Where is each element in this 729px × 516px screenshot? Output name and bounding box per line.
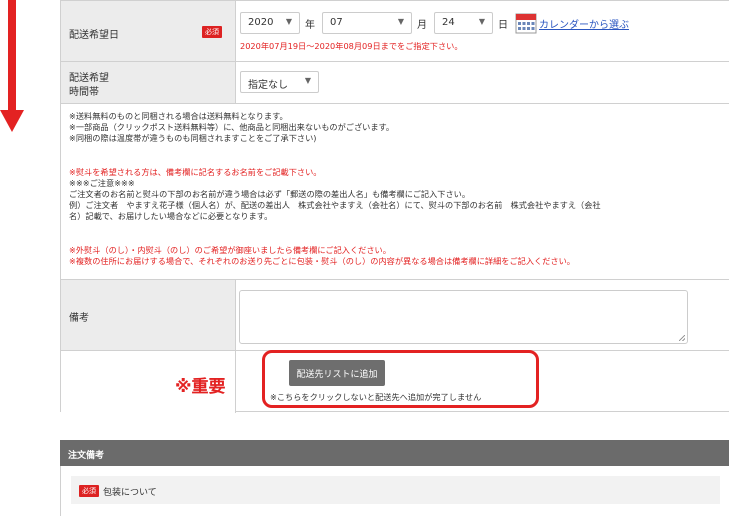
note-line-red: ※複数の住所にお届けする場合で、それぞれのお送り先ごとに包装・熨斗（のし）の内容…	[69, 256, 575, 266]
year-value: 2020	[248, 17, 274, 28]
notes-row: ※送料無料のものと同梱される場合は送料無料となります。 ※一部商品（クリックポス…	[61, 104, 729, 280]
chevron-down-icon: ▼	[478, 17, 485, 26]
add-to-delivery-list-button[interactable]: 配送先リストに追加	[289, 360, 385, 386]
required-badge: 必須	[202, 26, 222, 38]
remarks-label-cell: 備考	[61, 280, 236, 350]
calendar-link[interactable]: カレンダーから選ぶ	[539, 16, 629, 31]
delivery-date-row: 配送希望日 必須 2020 ▼ 年 07 ▼ 月 24 ▼ 日 カレンダーから選…	[61, 1, 729, 62]
chevron-down-icon: ▼	[285, 17, 292, 26]
delivery-date-label-cell: 配送希望日 必須	[61, 1, 236, 61]
remarks-row: 備考	[61, 280, 729, 351]
note-line-red: ※外熨斗（のし）・内熨斗（のし）のご希望が御座いましたら備考欄にご記入ください。	[69, 245, 391, 255]
day-value: 24	[442, 17, 455, 28]
note-line: ※※※ご注意※※※	[69, 178, 135, 188]
note-line: 例）ご注文者 やますえ花子様（個人名）が、配送の差出人 株式会社やますえ（会社名…	[69, 200, 601, 210]
note-line: 名）記載で、お届けしたい場合などに必要となります。	[69, 211, 273, 221]
down-arrow-icon-head	[0, 110, 24, 132]
month-value: 07	[330, 17, 343, 28]
time-value: 指定なし	[248, 80, 288, 91]
add-button-note: ※こちらをクリックしないと配送先へ追加が完了しません	[270, 392, 482, 402]
required-badge: 必須	[79, 485, 99, 497]
day-select[interactable]: 24 ▼	[434, 12, 493, 34]
delivery-date-label: 配送希望日	[69, 30, 119, 41]
note-line: ご注文者のお名前と熨斗の下部のお名前が違う場合は必ず「郵送の際の差出人名」も備考…	[69, 189, 471, 199]
year-unit: 年	[305, 20, 315, 31]
delivery-time-label-cell: 配送希望 時間帯	[61, 62, 236, 103]
month-unit: 月	[417, 20, 427, 31]
delivery-time-row: 配送希望 時間帯 指定なし ▼	[61, 62, 729, 104]
delivery-time-label-line2: 時間帯	[69, 87, 99, 98]
chevron-down-icon: ▼	[397, 17, 404, 26]
note-line: ※一部商品（クリックポスト送料無料等）に、他商品と同梱出来ないものがございます。	[69, 122, 395, 132]
day-unit: 日	[498, 20, 508, 31]
date-range-note: 2020年07月19日～2020年08月09日までをご指定下さい。	[240, 41, 463, 51]
order-remarks-body: 必須 包装について	[60, 466, 729, 516]
order-remarks-title: 注文備考	[68, 451, 105, 461]
down-arrow-icon	[8, 0, 16, 112]
note-line: ※同梱の際は温度帯が違うものも同梱されますことをご了承下さい)	[69, 133, 317, 143]
important-label: ※重要	[175, 377, 226, 397]
month-select[interactable]: 07 ▼	[322, 12, 412, 34]
order-remarks-header: 注文備考	[60, 440, 729, 466]
remarks-label: 備考	[69, 313, 89, 324]
packaging-label: 包装について	[103, 488, 157, 498]
calendar-icon[interactable]	[515, 12, 537, 34]
chevron-down-icon: ▼	[304, 76, 311, 85]
remarks-textarea[interactable]	[239, 290, 688, 344]
packaging-row[interactable]: 必須 包装について	[71, 476, 720, 504]
year-select[interactable]: 2020 ▼	[240, 12, 300, 34]
note-line-red: ※熨斗を希望される方は、備考欄に記名するお名前をご記載下さい。	[69, 167, 322, 177]
resize-handle-icon[interactable]	[679, 335, 685, 341]
note-line: ※送料無料のものと同梱される場合は送料無料となります。	[69, 111, 288, 121]
time-select[interactable]: 指定なし ▼	[240, 71, 319, 93]
delivery-time-label-line1: 配送希望	[69, 73, 109, 84]
